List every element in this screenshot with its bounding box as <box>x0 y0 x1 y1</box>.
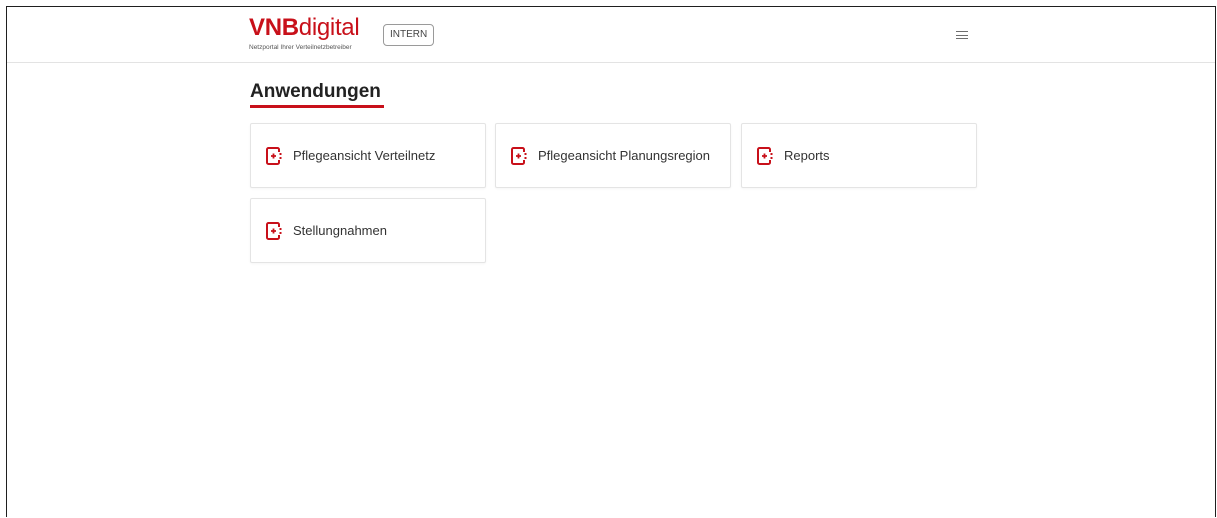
app-launch-icon <box>757 147 773 165</box>
app-window: VNBdigital Netzportal Ihrer Verteilnetzb… <box>6 6 1216 517</box>
tile-label: Stellungnahmen <box>293 223 387 238</box>
tile-stellungnahmen[interactable]: Stellungnahmen <box>250 198 486 263</box>
logo-wordmark-bold: VNB <box>249 14 299 41</box>
logo-wordmark: VNBdigital <box>249 14 360 41</box>
tile-label: Pflegeansicht Verteilnetz <box>293 148 436 163</box>
logo-subtitle: Netzportal Ihrer Verteilnetzbetreiber <box>249 44 352 51</box>
tile-label: Pflegeansicht Planungsregion <box>538 148 711 163</box>
app-launch-icon <box>511 147 527 165</box>
top-header: VNBdigital Netzportal Ihrer Verteilnetzb… <box>7 7 1215 63</box>
page-title: Anwendungen <box>250 81 381 102</box>
tile-reports[interactable]: Reports <box>741 123 977 188</box>
tile-pflegeansicht-verteilnetz[interactable]: Pflegeansicht Verteilnetz <box>250 123 486 188</box>
hamburger-menu-icon[interactable] <box>956 28 970 42</box>
title-underline <box>250 105 384 108</box>
app-launch-icon <box>266 222 282 240</box>
app-launch-icon <box>266 147 282 165</box>
tile-label: Reports <box>784 148 830 163</box>
logo-wordmark-light: digital <box>298 14 360 41</box>
intern-badge: INTERN <box>383 24 435 46</box>
tile-pflegeansicht-planungsregion[interactable]: Pflegeansicht Planungsregion <box>495 123 731 188</box>
vnbdigital-logo[interactable]: VNBdigital Netzportal Ihrer Verteilnetzb… <box>249 15 389 59</box>
